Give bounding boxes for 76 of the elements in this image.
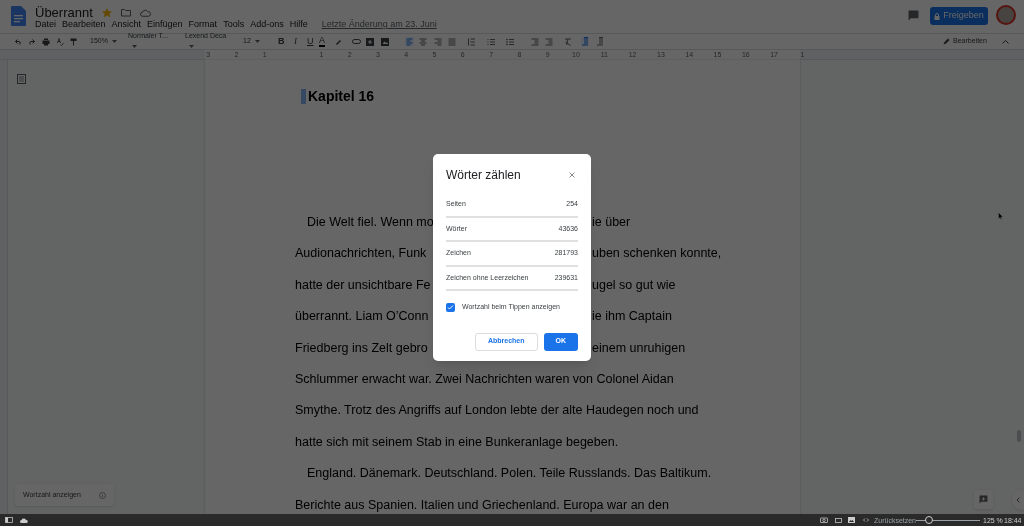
- paragraph-line: Friedberg ins Zelt gebro: [295, 339, 428, 356]
- star-icon[interactable]: [101, 7, 112, 18]
- numbered-list-icon[interactable]: [487, 37, 495, 46]
- paragraph-line: einem unruhigen: [592, 339, 686, 356]
- add-comment-icon: [979, 495, 988, 504]
- document-icon[interactable]: [11, 6, 26, 26]
- menu-item[interactable]: Format: [188, 18, 218, 32]
- folder-icon[interactable]: [120, 8, 131, 18]
- chevron-left-icon: [1016, 497, 1020, 503]
- align-center-icon[interactable]: [419, 37, 427, 46]
- collapse-icon[interactable]: [1002, 39, 1009, 44]
- paragraph-line: ugel so gut wie: [592, 276, 676, 293]
- paragraph-line: Berichte aus Spanien. Italien und Griechenland. Europa war an den: [295, 496, 669, 513]
- menu-item[interactable]: Einfügen: [147, 18, 183, 32]
- increase-indent-icon[interactable]: [545, 37, 553, 46]
- menu-item[interactable]: Datei: [35, 18, 56, 32]
- paragraph-line: England. Dänemark. Deutschland. Polen. Teile Russlands. Das Baltikum.: [306, 465, 712, 482]
- close-icon[interactable]: [569, 172, 575, 178]
- paragraph-line: uben schenken konnte,: [592, 245, 722, 262]
- caret-icon: [111, 39, 117, 43]
- checkbox[interactable]: [446, 302, 455, 312]
- spellcheck-icon[interactable]: [57, 37, 64, 46]
- screen-icon[interactable]: [835, 517, 842, 523]
- sidebar-icon[interactable]: [5, 517, 13, 523]
- text-color-button[interactable]: A: [319, 36, 325, 47]
- align-right-icon[interactable]: [434, 37, 442, 46]
- menu-item[interactable]: Ansicht: [111, 18, 142, 32]
- menu-item[interactable]: Hilfe: [289, 18, 308, 32]
- camera-icon[interactable]: [820, 517, 828, 523]
- align-left-icon[interactable]: [405, 37, 414, 46]
- add-comment-icon[interactable]: [366, 37, 374, 46]
- zoom-slider[interactable]: [916, 516, 980, 524]
- menu-item[interactable]: Tools: [223, 18, 245, 32]
- avatar-placeholder[interactable]: [996, 5, 1016, 25]
- paragraph-line: hatte der unsichtbare Fe: [295, 276, 431, 293]
- lock-icon: [934, 12, 941, 20]
- add-comment-button[interactable]: [974, 490, 993, 509]
- decrease-indent-icon[interactable]: [531, 37, 539, 46]
- comment-icon[interactable]: [908, 10, 919, 21]
- paragraph-line: ie über: [592, 214, 631, 230]
- italic-button[interactable]: I: [294, 34, 297, 49]
- cloud-icon[interactable]: [20, 517, 28, 523]
- justify-icon[interactable]: [448, 37, 456, 46]
- clear-formatting-icon[interactable]: [564, 37, 572, 46]
- share-button[interactable]: Freigeben: [930, 7, 988, 25]
- print-icon[interactable]: [42, 37, 50, 46]
- image-icon[interactable]: [848, 517, 855, 523]
- paragraph-line: Schlummer erwacht war. Zwei Nachrichten waren von Colonel Aidan: [295, 370, 674, 387]
- slider-thumb[interactable]: [924, 516, 933, 524]
- paragraph-line: Smythe. Trotz des Angriffs auf London lebte der alte Haudegen noch und: [295, 402, 699, 419]
- line-spacing-icon[interactable]: [467, 37, 475, 46]
- paragraph-line: Die Welt fiel. Wenn mo: [306, 214, 434, 230]
- paragraph-line: ie ihm Captain: [592, 308, 672, 325]
- pencil-icon: [943, 38, 950, 45]
- paint-format-icon[interactable]: [70, 37, 77, 46]
- text-cursor: [301, 89, 306, 104]
- paragraph-line: Audionachrichten, Funk: [295, 245, 427, 262]
- chapter-heading: Kapitel 16: [308, 87, 375, 106]
- caret-icon: [254, 39, 260, 43]
- paragraph-line: hatte sich mit seinem Stab in eine Bunkeranlage begeben.: [295, 433, 619, 450]
- link-icon[interactable]: [352, 39, 361, 44]
- paragraph-line: überrannt. Liam O’Conn: [295, 308, 429, 325]
- menu-item[interactable]: Bearbeiten: [62, 18, 106, 32]
- bold-button[interactable]: B: [278, 34, 285, 49]
- outline-icon[interactable]: [17, 74, 26, 84]
- dialog-title: Wörter zählen: [446, 167, 521, 184]
- undo-icon[interactable]: [14, 38, 22, 45]
- paragraph-ltr-icon[interactable]: [581, 37, 589, 46]
- mouse-pointer-icon: [998, 212, 1003, 220]
- underline-button[interactable]: U: [307, 34, 314, 49]
- info-icon[interactable]: [99, 491, 106, 499]
- menu-item[interactable]: Add-ons: [250, 18, 284, 32]
- bulleted-list-icon[interactable]: [506, 37, 514, 46]
- paragraph-rtl-icon[interactable]: [596, 37, 604, 46]
- highlighter-icon[interactable]: [335, 38, 342, 45]
- redo-icon[interactable]: [28, 38, 36, 45]
